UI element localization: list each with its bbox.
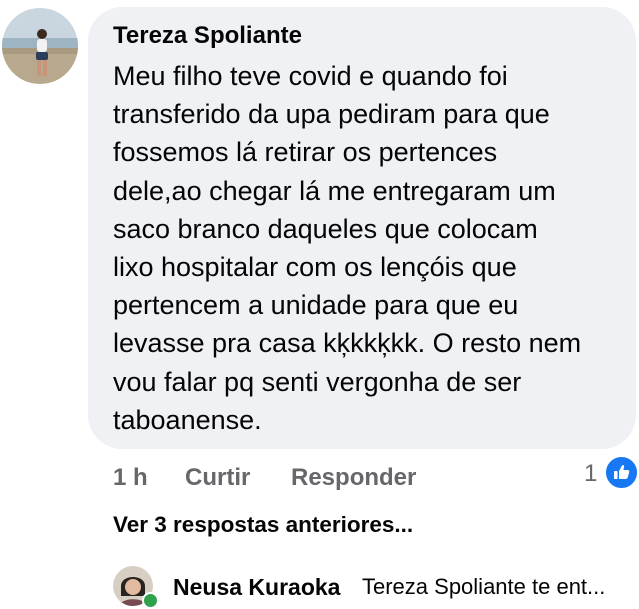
reaction-count[interactable]: 1 — [584, 458, 597, 490]
comment-text-line: taboanense. — [113, 404, 262, 435]
comment-text-line: transferido da upa pediram para que — [113, 99, 550, 130]
comment-text-line: vou falar pq senti vergonha de ser — [113, 366, 522, 397]
reply-preview-text[interactable]: Tereza Spoliante te ent... — [362, 571, 605, 603]
thumbs-up-icon[interactable] — [604, 455, 639, 490]
like-button[interactable]: Curtir — [185, 462, 250, 494]
comment-text-line: fossemos lá retirar os pertences — [113, 137, 498, 168]
comment-author[interactable]: Tereza Spoliante — [113, 20, 302, 52]
comment-text-line: levasse pra casa kķkkķkk. O resto nem — [113, 328, 582, 359]
comment-text-line: lixo hospitalar com os lençóis que — [113, 252, 517, 283]
view-previous-replies-link[interactable]: Ver 3 respostas anteriores... — [113, 509, 413, 541]
reply-button[interactable]: Responder — [291, 462, 416, 494]
comment-text-line: pertencem a unidade para que eu — [113, 290, 519, 321]
comment-text-line: dele,ao chegar lá me entregaram um — [113, 175, 556, 206]
comment-timestamp[interactable]: 1 h — [113, 462, 148, 494]
comment-text: Meu filho teve covid e quando foi transf… — [113, 57, 623, 439]
reply-author[interactable]: Neusa Kuraoka — [173, 571, 340, 603]
comment-text-line: Meu filho teve covid e quando foi — [113, 61, 508, 91]
online-status-indicator — [142, 592, 159, 609]
comment-text-line: saco branco daqueles que colocam — [113, 213, 538, 244]
commenter-avatar[interactable] — [2, 8, 78, 84]
